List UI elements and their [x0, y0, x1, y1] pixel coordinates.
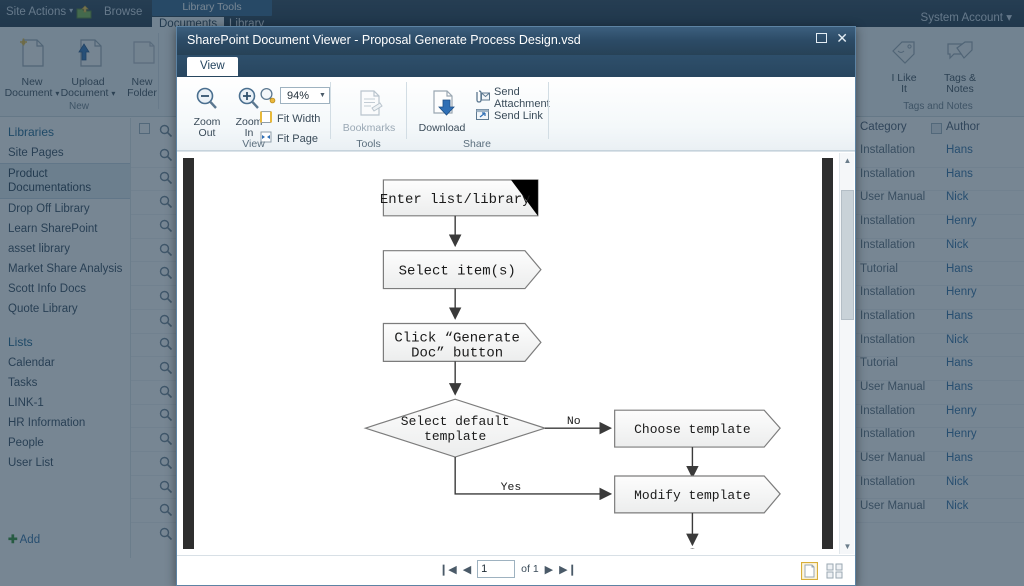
viewer-title: SharePoint Document Viewer - Proposal Ge… — [187, 33, 581, 47]
page-count-label: of 1 — [521, 563, 539, 575]
viewer-group-label-tools: Tools — [331, 138, 406, 150]
close-icon[interactable]: ✕ — [836, 33, 848, 43]
single-page-view-icon[interactable] — [801, 562, 818, 585]
zoom-percent-icon — [259, 87, 277, 110]
previous-page-icon[interactable]: ◀ — [463, 563, 471, 576]
viewer-tab-strip: View — [177, 55, 855, 77]
flow-node-label-line2: template — [424, 429, 486, 444]
flow-node-label-line1: Click “Generate — [394, 330, 519, 346]
bookmarks-icon — [353, 110, 385, 122]
fit-width-button[interactable]: Fit Width — [259, 110, 320, 127]
document-canvas-wrapper: Enter list/library Select item(s) Click … — [177, 151, 855, 555]
flow-edge-label-yes: Yes — [501, 481, 522, 494]
send-link-icon — [475, 107, 490, 125]
chevron-down-icon[interactable]: ▼ — [316, 92, 329, 99]
flow-node-modify-template: Modify template — [615, 476, 780, 513]
window-controls: ✕ — [816, 33, 848, 43]
fit-width-label: Fit Width — [277, 113, 320, 125]
flow-node-choose-template: Choose template — [615, 410, 780, 447]
scrollbar-thumb[interactable] — [841, 190, 854, 320]
next-page-icon[interactable]: ▶ — [545, 563, 553, 576]
viewer-group-label-view: View — [177, 138, 330, 150]
last-page-icon[interactable]: ▶❙ — [559, 563, 577, 576]
viewer-group-share: Download Send Attachment — [407, 77, 547, 151]
flowchart-diagram: Enter list/library Select item(s) Click … — [194, 158, 822, 549]
scroll-up-icon[interactable]: ▲ — [840, 153, 855, 168]
download-button[interactable]: Download — [411, 87, 473, 134]
viewer-title-bar: SharePoint Document Viewer - Proposal Ge… — [177, 27, 855, 55]
send-link-button[interactable]: Send Link — [475, 107, 543, 125]
view-mode-buttons — [801, 562, 843, 585]
flow-node-label: Choose template — [634, 422, 750, 437]
flow-node-label: Select item(s) — [399, 264, 516, 280]
bookmarks-button[interactable]: Bookmarks — [335, 87, 403, 134]
page-number-input[interactable] — [477, 560, 515, 578]
send-attachment-icon — [475, 89, 490, 107]
flow-node-enter-list-library: Enter list/library — [380, 180, 538, 216]
viewer-group-tools: Bookmarks Tools — [331, 77, 406, 151]
restore-button[interactable] — [816, 33, 827, 43]
flow-node-select-default-template: Select default template — [365, 399, 544, 457]
flow-node-label: Modify template — [634, 488, 750, 503]
zoom-level-value: 94% — [281, 90, 316, 102]
page-navigation: ❙◀ ◀ of 1 ▶ ▶❙ — [439, 560, 577, 578]
bookmarks-label: Bookmarks — [343, 122, 396, 134]
first-page-icon[interactable]: ❙◀ — [439, 563, 457, 576]
canvas-left-band — [183, 158, 194, 549]
zoom-out-label-1: Zoom — [194, 116, 221, 128]
viewer-ribbon: Zoom Out Zoom In — [177, 77, 855, 151]
document-page: Enter list/library Select item(s) Click … — [194, 158, 822, 549]
document-viewer-dialog: SharePoint Document Viewer - Proposal Ge… — [176, 26, 856, 586]
scroll-down-icon[interactable]: ▼ — [840, 539, 855, 554]
viewer-group-view: Zoom Out Zoom In — [177, 77, 330, 151]
zoom-out-button[interactable]: Zoom Out — [185, 85, 229, 140]
viewer-group-label-share: Share — [407, 138, 547, 150]
flow-node-select-items: Select item(s) — [383, 251, 540, 289]
download-icon — [426, 110, 458, 122]
flow-node-label-line1: Select default — [401, 414, 510, 429]
canvas-right-band — [822, 158, 833, 549]
send-link-label: Send Link — [494, 110, 543, 122]
zoom-out-icon — [193, 104, 221, 116]
flow-edge-label-no: No — [567, 415, 581, 428]
flow-node-label-line2: Doc” button — [411, 345, 503, 361]
flow-edge-d1-yes — [455, 457, 611, 494]
fit-width-icon — [259, 110, 273, 127]
thumbnail-view-icon[interactable] — [826, 562, 843, 585]
flow-node-label: Enter list/library — [380, 192, 531, 208]
download-label: Download — [419, 122, 466, 134]
tab-view[interactable]: View — [187, 57, 238, 76]
flow-node-click-generate-doc: Click “Generate Doc” button — [383, 323, 540, 361]
document-vertical-scrollbar[interactable]: ▲ ▼ — [839, 153, 854, 554]
zoom-level-combobox[interactable]: 94% ▼ — [280, 87, 330, 104]
viewer-ribbon-separator-3 — [548, 82, 549, 139]
viewer-status-bar: ❙◀ ◀ of 1 ▶ ▶❙ — [177, 555, 855, 585]
